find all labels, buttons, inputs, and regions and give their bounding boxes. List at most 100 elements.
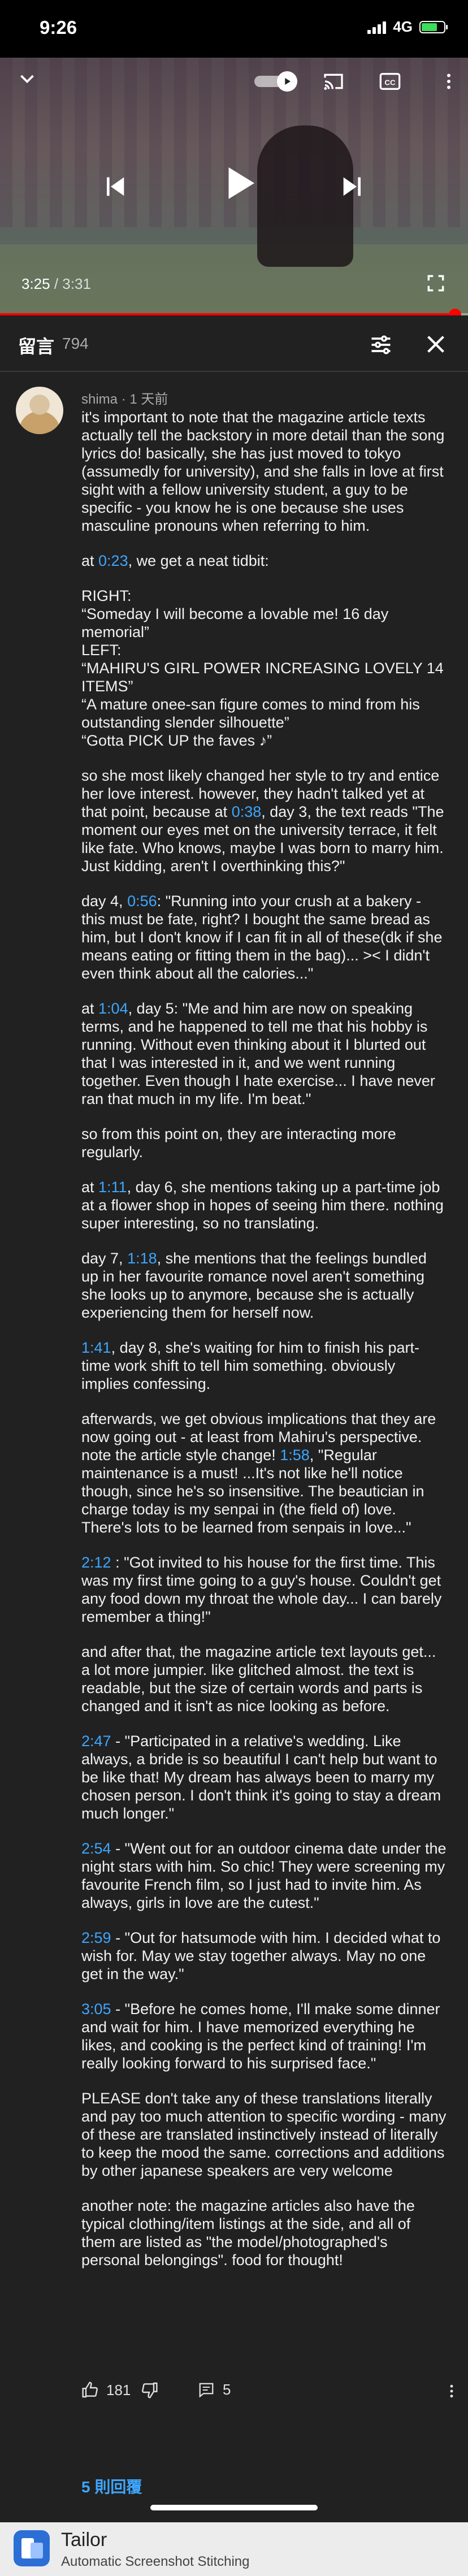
comment-paragraph: another note: the magazine articles also…: [81, 2197, 447, 2269]
reply-button[interactable]: 5: [198, 2381, 231, 2399]
next-video-icon[interactable]: [337, 171, 369, 205]
timestamp-link[interactable]: 0:38: [232, 803, 262, 820]
like-count: 181: [106, 2381, 131, 2399]
total-time: 3:31: [62, 275, 91, 292]
comment-text: , day 5: "Me and him are now on speaking…: [81, 1000, 440, 1107]
timestamp-link[interactable]: 3:05: [81, 2001, 111, 2017]
comment-text: and after that, the magazine article tex…: [81, 1643, 440, 1715]
current-time: 3:25: [21, 275, 50, 292]
comment-text: - "Before he comes home, I'll make some …: [81, 2001, 445, 2072]
comment-paragraph: RIGHT: “Someday I will become a lovable …: [81, 587, 447, 750]
comment-paragraph: day 7, 1:18, she mentions that the feeli…: [81, 1249, 447, 1322]
comment-paragraph: 2:47 - "Participated in a relative's wed…: [81, 1732, 447, 1822]
fullscreen-icon[interactable]: [425, 272, 447, 297]
comment-text: - "Went out for an outdoor cinema date u…: [81, 1840, 451, 1911]
comment-text: - "Out for hatsumode with him. I decided…: [81, 1929, 445, 1982]
timestamp-link[interactable]: 0:23: [98, 552, 128, 569]
comment-paragraph: 2:59 - "Out for hatsumode with him. I de…: [81, 1929, 447, 1983]
comment-text: , we get a neat tidbit:: [128, 552, 269, 569]
autoplay-play-icon: [277, 71, 297, 92]
timestamp-link[interactable]: 1:58: [280, 1447, 310, 1464]
comment-paragraph: 3:05 - "Before he comes home, I'll make …: [81, 2000, 447, 2072]
comment-author[interactable]: shima: [81, 392, 118, 407]
comment-text: afterwards, we get obvious implications …: [81, 1410, 440, 1464]
comment-text: RIGHT: “Someday I will become a lovable …: [81, 587, 444, 749]
comment-text: so from this point on, they are interact…: [81, 1125, 401, 1161]
comment-text: day 7,: [81, 1250, 128, 1267]
status-indicators: 4G: [367, 18, 448, 36]
comments-count: 794: [62, 335, 89, 352]
comment-more-icon[interactable]: [443, 2381, 460, 2405]
comment-text: , day 8, she's waiting for him to finish…: [81, 1339, 419, 1392]
tailor-banner: Tailor Automatic Screenshot Stitching: [0, 2522, 468, 2576]
svg-text:CC: CC: [384, 79, 396, 87]
comment-paragraph: so she most likely changed her style to …: [81, 767, 447, 875]
close-icon[interactable]: [423, 331, 449, 360]
sort-filter-icon[interactable]: [369, 332, 393, 360]
comment-text: it's important to note that the magazine…: [81, 409, 449, 534]
timestamp-link[interactable]: 2:54: [81, 1840, 111, 1857]
captions-icon[interactable]: CC: [379, 70, 401, 96]
dislike-button[interactable]: [140, 2381, 158, 2403]
comment-paragraph: 2:12 : "Got invited to his house for the…: [81, 1553, 447, 1626]
thumbs-up-icon: [82, 2382, 98, 2398]
signal-icon: [367, 20, 387, 34]
status-bar: 9:26 4G: [0, 0, 468, 58]
timestamp-link[interactable]: 1:41: [81, 1339, 111, 1356]
comment-text: - "Participated in a relative's wedding.…: [81, 1733, 445, 1822]
comment-age: 1 天前: [129, 392, 168, 407]
avatar[interactable]: [16, 387, 63, 434]
home-indicator[interactable]: [150, 2505, 318, 2510]
play-icon[interactable]: [215, 159, 262, 210]
reply-count: 5: [223, 2381, 231, 2398]
timestamp-link[interactable]: 0:56: [127, 893, 157, 910]
video-player[interactable]: CC 3:25 / 3:31: [0, 58, 468, 315]
comment-paragraph: at 1:11, day 6, she mentions taking up a…: [81, 1178, 447, 1232]
comment-actions: 181 5: [81, 2381, 454, 2409]
comment-paragraph: day 4, 0:56: "Running into your crush at…: [81, 892, 447, 982]
like-button[interactable]: 181: [81, 2381, 131, 2399]
comment-text: day 4,: [81, 893, 128, 910]
minimize-chevron-icon[interactable]: [17, 69, 37, 92]
comment-text: at: [81, 1179, 99, 1196]
comment-paragraph: at 1:04, day 5: "Me and him are now on s…: [81, 999, 447, 1108]
comment-text: : "Got invited to his house for the firs…: [81, 1554, 446, 1625]
comment-paragraph: 1:41, day 8, she's waiting for him to fi…: [81, 1339, 447, 1393]
timestamp-link[interactable]: 2:47: [81, 1733, 111, 1750]
comment-text: at: [81, 552, 99, 569]
banner-app-name: Tailor: [61, 2529, 107, 2551]
comment-paragraph: PLEASE don't take any of these translati…: [81, 2089, 447, 2180]
comment-paragraph: 2:54 - "Went out for an outdoor cinema d…: [81, 1839, 447, 1912]
playback-time: 3:25 / 3:31: [21, 275, 91, 292]
timestamp-link[interactable]: 1:11: [98, 1179, 127, 1196]
comment-text: , day 6, she mentions taking up a part-t…: [81, 1179, 448, 1232]
network-label: 4G: [393, 18, 413, 35]
cast-icon[interactable]: [322, 70, 345, 96]
comment-paragraph: and after that, the magazine article tex…: [81, 1643, 447, 1715]
comment-text: at: [81, 1000, 99, 1017]
timestamp-link[interactable]: 1:04: [98, 1000, 128, 1017]
comment-text: PLEASE don't take any of these translati…: [81, 2090, 450, 2179]
tailor-logo-icon: [14, 2530, 50, 2566]
comments-title: 留言: [18, 336, 55, 357]
comment-text: another note: the magazine articles also…: [81, 2197, 419, 2268]
comment-body: it's important to note that the magazine…: [81, 408, 447, 2286]
previous-video-icon[interactable]: [99, 171, 131, 205]
comment-meta: shima · 1 天前: [81, 392, 168, 407]
timestamp-link[interactable]: 2:12: [81, 1554, 111, 1571]
banner-tagline: Automatic Screenshot Stitching: [61, 2554, 250, 2569]
status-time: 9:26: [40, 17, 77, 38]
timestamp-link[interactable]: 1:18: [127, 1250, 157, 1267]
more-options-icon[interactable]: [439, 70, 459, 96]
view-replies-link[interactable]: 5 則回覆: [81, 2475, 142, 2497]
battery-icon: [419, 20, 448, 33]
reply-comment-icon: [199, 2383, 214, 2398]
timestamp-link[interactable]: 2:59: [81, 1929, 111, 1946]
autoplay-toggle[interactable]: [254, 71, 297, 92]
comment-paragraph: it's important to note that the magazine…: [81, 408, 447, 535]
comment-paragraph: so from this point on, they are interact…: [81, 1125, 447, 1161]
thumbs-down-icon: [142, 2382, 158, 2399]
comments-header: 留言 794: [0, 315, 468, 372]
comment-paragraph: at 0:23, we get a neat tidbit:: [81, 552, 447, 570]
comment-paragraph: afterwards, we get obvious implications …: [81, 1410, 447, 1536]
